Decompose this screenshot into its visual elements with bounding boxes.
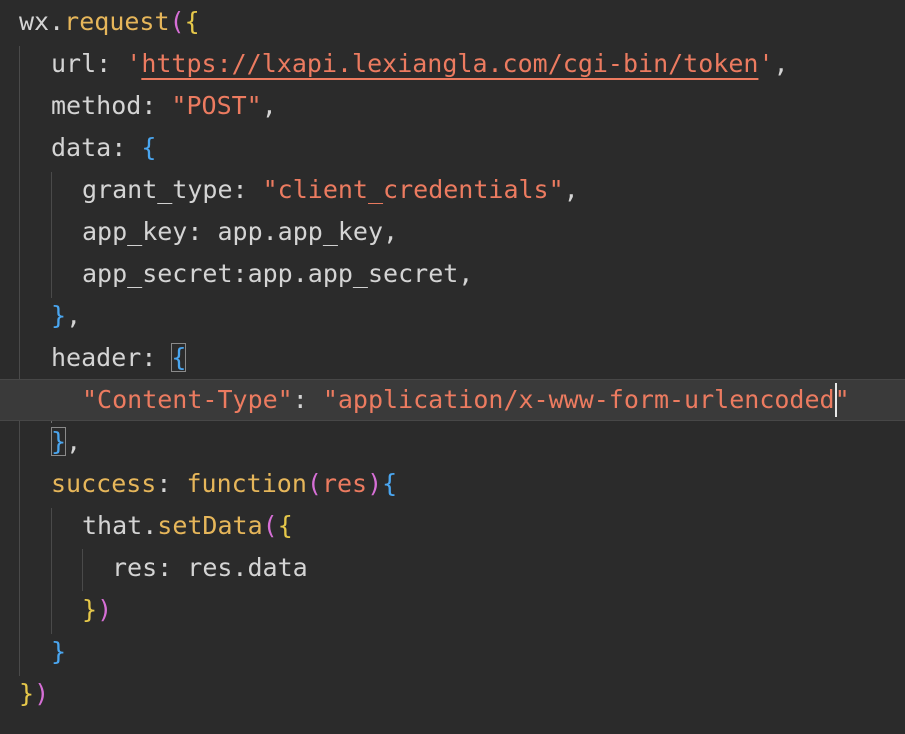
code-token: ( [306, 469, 322, 498]
code-token: : [141, 343, 172, 372]
code-line[interactable]: header: { [0, 337, 905, 379]
code-token: res.data [187, 553, 308, 582]
code-token: ) [97, 595, 113, 624]
code-line[interactable]: }) [0, 589, 905, 631]
code-token: } [51, 301, 67, 330]
code-text: }, [51, 421, 81, 463]
code-token: wx [19, 7, 50, 36]
code-line[interactable]: method: "POST", [0, 85, 905, 127]
code-token: } [51, 637, 67, 666]
bracket-match-highlight: { [171, 343, 187, 372]
code-token: , [66, 301, 82, 330]
code-token: : [232, 175, 263, 204]
code-line[interactable]: res: res.data [0, 547, 905, 589]
code-token: data [51, 133, 112, 162]
code-line[interactable]: wx.request({ [0, 1, 905, 43]
code-token: "application/x-www-form-urlencoded [322, 385, 835, 414]
code-token: : [157, 553, 188, 582]
code-text: url: 'https://lxapi.lexiangla.com/cgi-bi… [51, 43, 789, 85]
code-token: res [112, 553, 158, 582]
code-token: app_key [82, 217, 188, 246]
code-token: "client_credentials" [262, 175, 564, 204]
code-text: that.setData({ [82, 505, 293, 547]
code-text: data: { [51, 127, 156, 169]
code-token: ) [34, 679, 50, 708]
code-line[interactable]: }) [0, 673, 905, 715]
code-token: } [82, 595, 98, 624]
code-line[interactable]: success: function(res){ [0, 463, 905, 505]
code-token: request [64, 7, 170, 36]
code-token: ' [758, 49, 774, 78]
code-text: }) [19, 673, 49, 715]
code-text: } [51, 631, 66, 673]
code-token: setData [157, 511, 263, 540]
code-line[interactable]: grant_type: "client_credentials", [0, 169, 905, 211]
code-text: app_key: app.app_key, [82, 211, 398, 253]
code-line[interactable]: }, [0, 295, 905, 337]
code-token: header [51, 343, 142, 372]
code-token: app.app_key [217, 217, 384, 246]
text-cursor [834, 383, 837, 417]
code-token: : [111, 133, 142, 162]
code-text: header: { [51, 337, 187, 379]
code-token: { [382, 469, 398, 498]
code-token: { [141, 133, 157, 162]
code-line-current[interactable]: "Content-Type": "application/x-www-form-… [0, 379, 905, 421]
code-token: } [19, 679, 35, 708]
code-line[interactable]: app_key: app.app_key, [0, 211, 905, 253]
code-token: : [156, 469, 187, 498]
code-token: , [383, 217, 399, 246]
code-line[interactable]: that.setData({ [0, 505, 905, 547]
bracket-match-highlight: } [51, 427, 67, 456]
code-text: wx.request({ [19, 1, 200, 43]
code-token: that [82, 511, 143, 540]
code-line[interactable]: data: { [0, 127, 905, 169]
code-token: , [563, 175, 579, 204]
code-token: "Content-Type" [82, 385, 293, 414]
code-token: : [187, 217, 218, 246]
code-text: method: "POST", [51, 85, 277, 127]
code-text: success: function(res){ [51, 463, 397, 505]
code-token: " [834, 385, 850, 414]
code-token: app_secret [82, 259, 233, 288]
code-token: res [321, 469, 368, 498]
code-token: { [277, 511, 293, 540]
code-token: url [51, 49, 97, 78]
code-token: function [186, 469, 307, 498]
code-token: : [292, 385, 323, 414]
code-text: grant_type: "client_credentials", [82, 169, 579, 211]
code-line[interactable]: } [0, 631, 905, 673]
code-text: res: res.data [112, 547, 308, 589]
code-token: ( [169, 7, 185, 36]
code-text: "Content-Type": "application/x-www-form-… [82, 379, 850, 421]
code-token: , [458, 259, 474, 288]
code-token: "POST" [171, 91, 262, 120]
code-text: app_secret:app.app_secret, [82, 253, 473, 295]
code-token: : [141, 91, 172, 120]
code-token: grant_type [82, 175, 233, 204]
code-token: , [773, 49, 789, 78]
code-editor[interactable]: wx.request({url: 'https://lxapi.lexiangl… [0, 0, 905, 734]
code-token: method [51, 91, 142, 120]
code-token: app.app_secret [247, 259, 459, 288]
code-token: ( [262, 511, 278, 540]
code-token: ) [367, 469, 383, 498]
code-token: , [261, 91, 277, 120]
code-text: }) [82, 589, 112, 631]
code-token: success [51, 469, 157, 498]
url-link[interactable]: https://lxapi.lexiangla.com/cgi-bin/toke… [141, 49, 758, 78]
code-token: ' [126, 49, 142, 78]
code-token: , [66, 427, 82, 456]
code-token: : [96, 49, 127, 78]
code-line[interactable]: app_secret:app.app_secret, [0, 253, 905, 295]
code-line[interactable]: url: 'https://lxapi.lexiangla.com/cgi-bi… [0, 43, 905, 85]
code-token: { [184, 7, 200, 36]
code-text: }, [51, 295, 81, 337]
code-token: : [232, 259, 248, 288]
code-token: . [49, 7, 65, 36]
code-line[interactable]: }, [0, 421, 905, 463]
code-token: . [142, 511, 158, 540]
